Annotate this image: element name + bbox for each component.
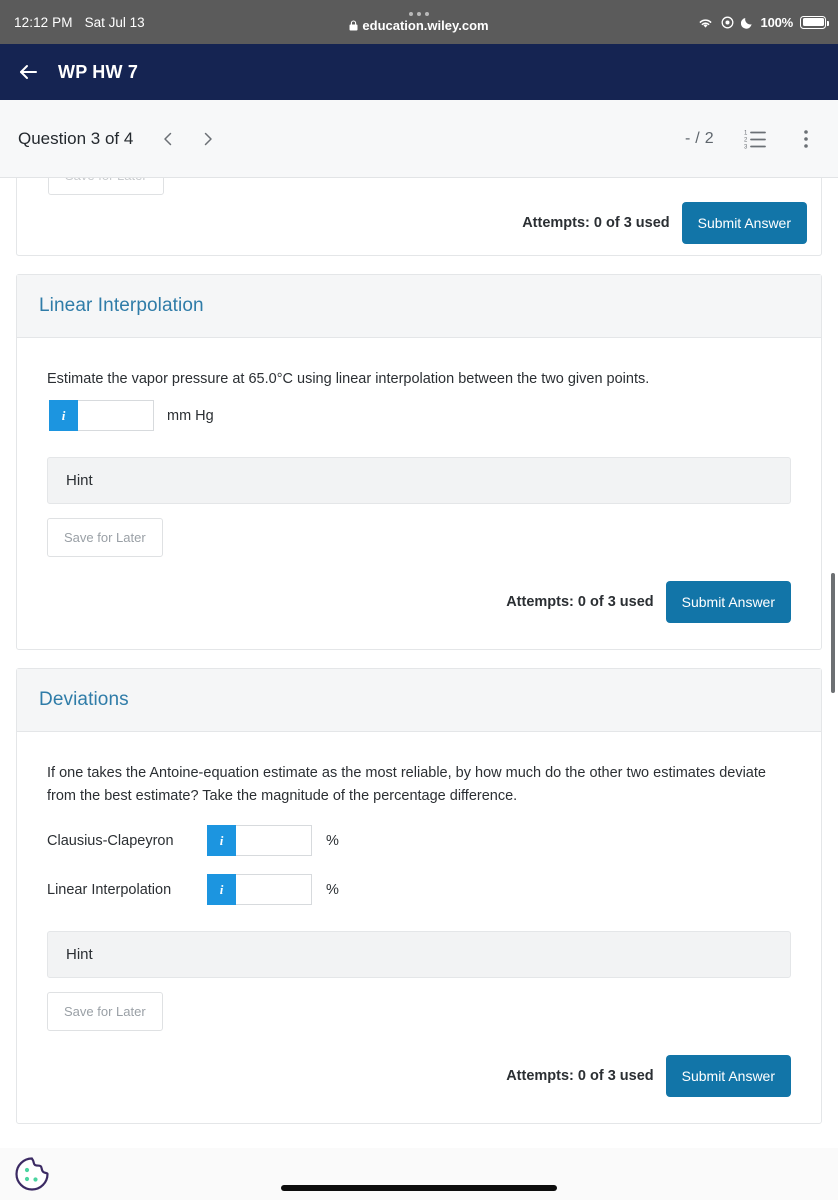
question-prompt: If one takes the Antoine-equation estima… xyxy=(47,765,766,804)
svg-text:1: 1 xyxy=(744,130,748,136)
answer-input[interactable] xyxy=(78,400,154,432)
answer-field: i xyxy=(49,400,154,432)
url-text: education.wiley.com xyxy=(362,17,489,33)
question-card-deviations: Deviations If one takes the Antoine-equa… xyxy=(16,668,822,1125)
assignment-title: WP HW 7 xyxy=(58,61,139,82)
moon-icon xyxy=(740,17,752,29)
answer-field: i xyxy=(207,874,312,906)
chevron-left-icon[interactable] xyxy=(159,130,177,148)
answer-field-wrap: i % xyxy=(207,874,339,906)
wifi-icon xyxy=(699,18,711,28)
info-icon[interactable]: i xyxy=(207,825,236,857)
svg-text:3: 3 xyxy=(744,144,748,150)
question-toolbar: Question 3 of 4 - / 2 1 2 3 xyxy=(0,100,838,178)
card-header: Deviations xyxy=(17,669,821,733)
home-indicator xyxy=(281,1185,557,1191)
unit-label: mm Hg xyxy=(167,407,214,424)
question-prompt: Estimate the vapor pressure at 65.0°C us… xyxy=(47,371,650,387)
save-for-later-button[interactable]: Save for Later xyxy=(47,992,163,1032)
submit-answer-button[interactable]: Submit Answer xyxy=(665,1055,791,1098)
status-bar-right: 100% xyxy=(697,0,829,44)
answer-row: Linear Interpolation i % xyxy=(47,874,791,906)
hint-accordion[interactable]: Hint xyxy=(47,931,791,979)
question-score: - / 2 xyxy=(684,129,714,147)
svg-text:2: 2 xyxy=(744,137,748,143)
submit-answer-button[interactable]: Submit Answer xyxy=(681,202,807,244)
submit-answer-button[interactable]: Submit Answer xyxy=(665,581,791,624)
lock-icon xyxy=(349,19,358,30)
battery-icon xyxy=(800,15,829,29)
card-header: Linear Interpolation xyxy=(17,275,821,338)
card-heading: Deviations xyxy=(39,689,129,711)
attempts-label: Attempts: 0 of 3 used xyxy=(522,215,670,231)
ios-status-bar: 12:12 PM Sat Jul 13 education.wiley.com … xyxy=(0,0,838,44)
answer-rows: Clausius-Clapeyron i % Linear Interpolat… xyxy=(47,825,791,906)
answer-row: Clausius-Clapeyron i % xyxy=(47,825,791,857)
url-text-wrap: education.wiley.com xyxy=(349,17,489,33)
scrollbar-thumb[interactable] xyxy=(831,573,835,693)
cookie-consent-icon[interactable] xyxy=(12,1154,52,1194)
answer-field: i xyxy=(207,825,312,857)
back-arrow-icon[interactable] xyxy=(16,60,40,84)
unit-label: % xyxy=(326,832,339,849)
question-navigation xyxy=(159,130,217,148)
answer-row-label: Clausius-Clapeyron xyxy=(47,832,174,849)
attempts-label: Attempts: 0 of 3 used xyxy=(506,594,654,611)
scrollbar[interactable] xyxy=(829,178,836,1148)
answer-input[interactable] xyxy=(236,874,312,906)
info-icon[interactable]: i xyxy=(49,400,78,432)
tab-dots-icon[interactable] xyxy=(409,11,429,16)
screen-record-icon xyxy=(721,16,733,28)
kebab-menu-icon[interactable] xyxy=(794,127,818,151)
question-list: Save for Later Attempts: 0 of 3 used Sub… xyxy=(0,178,838,1148)
attempt-row: Attempts: 0 of 3 used Submit Answer xyxy=(47,581,791,631)
hint-accordion[interactable]: Hint xyxy=(47,457,791,505)
chevron-right-icon[interactable] xyxy=(199,130,217,148)
app-header: WP HW 7 xyxy=(0,44,838,100)
question-counter: Question 3 of 4 xyxy=(18,128,134,148)
answer-field-wrap: i % xyxy=(207,825,339,857)
answer-input[interactable] xyxy=(236,825,312,857)
attempts-label: Attempts: 0 of 3 used xyxy=(506,1068,654,1085)
question-content-scroll-area[interactable]: Save for Later Attempts: 0 of 3 used Sub… xyxy=(0,178,838,1148)
answer-field-row: i mm Hg xyxy=(49,400,791,432)
numbered-list-icon[interactable]: 1 2 3 xyxy=(744,127,768,151)
attempt-row: Attempts: 0 of 3 used Submit Answer xyxy=(522,202,807,244)
card-body: If one takes the Antoine-equation estima… xyxy=(17,732,821,1123)
bottom-bar xyxy=(0,1148,838,1200)
attempt-row: Attempts: 0 of 3 used Submit Answer xyxy=(47,1055,791,1105)
question-card-linear-interpolation: Linear Interpolation Estimate the vapor … xyxy=(16,274,822,651)
info-icon[interactable]: i xyxy=(207,874,236,906)
battery-percent-label: 100% xyxy=(760,14,794,30)
card-body: Estimate the vapor pressure at 65.0°C us… xyxy=(17,338,821,649)
answer-row-label: Linear Interpolation xyxy=(47,881,172,898)
save-for-later-button[interactable]: Save for Later xyxy=(48,178,164,195)
save-for-later-button[interactable]: Save for Later xyxy=(47,518,163,558)
question-card-clipped: Save for Later Attempts: 0 of 3 used Sub… xyxy=(16,178,822,256)
unit-label: % xyxy=(326,881,339,898)
card-heading: Linear Interpolation xyxy=(39,295,204,316)
